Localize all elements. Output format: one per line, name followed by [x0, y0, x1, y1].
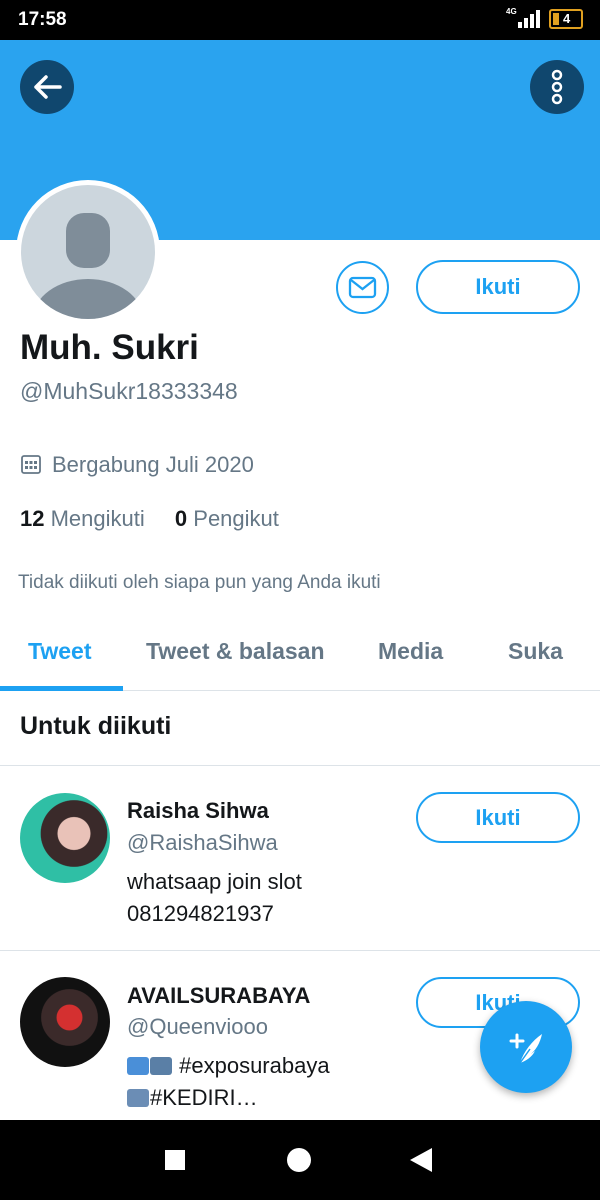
arrow-left-icon: [34, 75, 62, 99]
followed-by-note: Tidak diikuti oleh siapa pun yang Anda i…: [18, 572, 381, 593]
mail-icon: [348, 276, 377, 299]
followers-count: 0: [174, 506, 188, 531]
joined-date: Bergabung Juli 2020: [20, 452, 254, 478]
battery-level: 4: [563, 11, 571, 26]
suggestion-handle: @RaishaSihwa: [127, 830, 278, 855]
more-options-button[interactable]: [530, 60, 584, 114]
profile-name: Muh. Sukri: [20, 328, 199, 367]
more-vertical-icon: [551, 69, 563, 105]
suggestions-title: Untuk diikuti: [20, 712, 172, 740]
active-tab-indicator: [0, 686, 123, 691]
suggestion-name: AVAILSURABAYA: [127, 983, 311, 1008]
follow-stats: 12 Mengikuti 0 Pengikut: [20, 506, 279, 532]
signal-icon: [510, 10, 542, 28]
tab-media[interactable]: Media: [378, 638, 443, 665]
avatar[interactable]: [20, 793, 110, 883]
suggestion-name: Raisha Sihwa: [127, 798, 269, 823]
following-label: Mengikuti: [50, 506, 145, 531]
default-avatar-icon: [33, 213, 143, 319]
battery-icon: 4: [549, 9, 583, 29]
tab-tweet-replies[interactable]: Tweet & balasan: [146, 638, 325, 665]
status-bar: 17:58 4G 4: [0, 0, 600, 40]
back-button[interactable]: [20, 60, 74, 114]
home-button[interactable]: [287, 1148, 311, 1172]
followers-label: Pengikut: [193, 506, 279, 531]
divider: [0, 950, 600, 951]
compose-tweet-button[interactable]: [480, 1001, 572, 1093]
calendar-icon: [21, 455, 41, 474]
follow-button[interactable]: Ikuti: [416, 260, 580, 314]
message-button[interactable]: [336, 261, 389, 314]
profile-tabs: Tweet Tweet & balasan Media Suka: [0, 620, 600, 691]
avatar[interactable]: [20, 977, 110, 1067]
divider: [0, 765, 600, 766]
bio-line: 081294821937: [127, 901, 274, 926]
tab-tweet[interactable]: Tweet: [28, 638, 91, 665]
suggestion-bio: #exposurabaya #KEDIRI…: [127, 1050, 397, 1114]
tab-likes[interactable]: Suka: [508, 638, 563, 665]
profile-handle: @MuhSukr18333348: [20, 378, 238, 404]
compose-feather-icon: [509, 1033, 542, 1064]
hotel-emoji-icon: [127, 1089, 149, 1107]
recents-button[interactable]: [165, 1150, 185, 1170]
bio-line: #exposurabaya: [179, 1053, 330, 1078]
following-stat[interactable]: 12 Mengikuti: [20, 506, 145, 531]
status-time: 17:58: [18, 9, 67, 30]
atm-emoji-icon: [150, 1057, 172, 1075]
back-nav-button[interactable]: [410, 1148, 432, 1172]
suggestion-bio: whatsaap join slot 081294821937: [127, 866, 397, 930]
bio-line: whatsaap join slot: [127, 869, 302, 894]
follow-button[interactable]: Ikuti: [416, 792, 580, 843]
following-count: 12: [20, 506, 45, 531]
train-emoji-icon: [127, 1057, 149, 1075]
profile-avatar[interactable]: [16, 180, 160, 324]
bio-line: #KEDIRI…: [150, 1085, 258, 1110]
suggestion-handle: @Queenviooo: [127, 1014, 268, 1039]
joined-text: Bergabung Juli 2020: [52, 452, 254, 477]
android-nav-bar: [0, 1120, 600, 1200]
followers-stat[interactable]: 0 Pengikut: [175, 506, 279, 531]
